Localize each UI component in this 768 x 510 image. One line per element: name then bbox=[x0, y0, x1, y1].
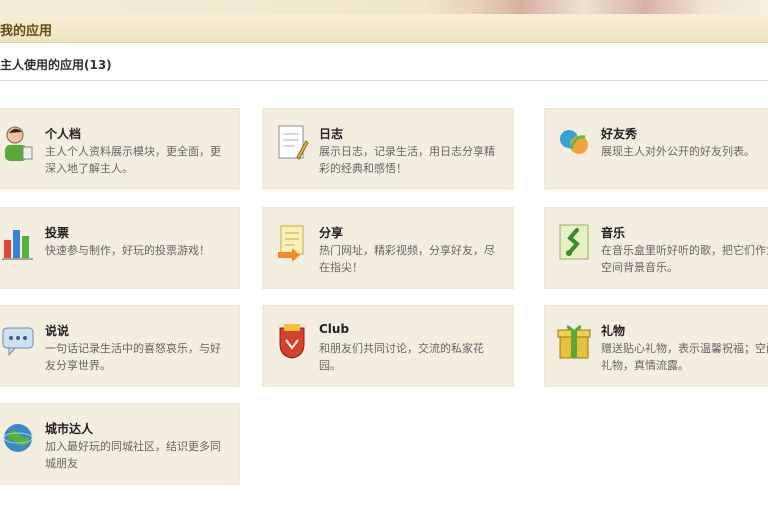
friends-show-icon bbox=[557, 123, 591, 163]
notebook-icon bbox=[275, 123, 309, 163]
divider bbox=[0, 80, 768, 81]
app-title[interactable]: 好友秀 bbox=[601, 125, 637, 142]
app-title[interactable]: 日志 bbox=[319, 125, 343, 142]
app-card-blog[interactable]: 日志 展示日志，记录生活，用日志分享精彩的经典和感悟！ bbox=[262, 108, 514, 190]
app-description: 一句话记录生活中的喜怒哀乐，与好友分享世界。 bbox=[45, 342, 221, 372]
share-notes-icon bbox=[275, 222, 309, 262]
person-icon bbox=[1, 123, 35, 163]
app-card-vote[interactable]: 投票 快速参与制作，好玩的投票游戏！ bbox=[0, 207, 240, 289]
app-card-friends[interactable]: 好友秀 展现主人对外公开的好友列表。 bbox=[544, 108, 768, 190]
app-card-club[interactable]: Club 和朋友们共同讨论，交流的私家花园。 bbox=[262, 305, 514, 387]
app-title[interactable]: 分享 bbox=[319, 224, 343, 241]
app-card-talk[interactable]: 说说 一句话记录生活中的喜怒哀乐，与好友分享世界。 bbox=[0, 305, 240, 387]
app-count-heading: 主人使用的应用(13) bbox=[0, 58, 112, 72]
app-description: 展示日志，记录生活，用日志分享精彩的经典和感悟！ bbox=[319, 145, 495, 175]
app-description: 在音乐盒里听好听的歌，把它们作为空间背景音乐。 bbox=[601, 244, 768, 274]
vote-chart-icon bbox=[1, 222, 35, 262]
app-description: 快速参与制作，好玩的投票游戏！ bbox=[45, 244, 210, 257]
app-title[interactable]: 个人档 bbox=[45, 125, 81, 142]
section-title: 我的应用 bbox=[0, 24, 53, 39]
top-banner bbox=[0, 0, 768, 14]
app-description: 主人个人资料展示模块，更全面，更深入地了解主人。 bbox=[45, 145, 221, 175]
app-title[interactable]: 投票 bbox=[45, 224, 69, 241]
club-logo-icon bbox=[275, 320, 309, 360]
app-description: 赠送贴心礼物，表示温馨祝福；空间礼物，真情流露。 bbox=[601, 342, 768, 372]
gift-box-icon bbox=[557, 320, 591, 360]
speech-bubble-icon bbox=[1, 320, 35, 360]
app-description: 和朋友们共同讨论，交流的私家花园。 bbox=[319, 342, 484, 372]
music-note-icon bbox=[557, 222, 591, 262]
app-title[interactable]: Club bbox=[319, 322, 349, 336]
app-card-share[interactable]: 分享 热门网址，精彩视频，分享好友，尽在指尖！ bbox=[262, 207, 514, 289]
app-card-music[interactable]: 音乐 在音乐盒里听好听的歌，把它们作为空间背景音乐。 bbox=[544, 207, 768, 289]
app-description: 热门网址，精彩视频，分享好友，尽在指尖！ bbox=[319, 244, 495, 274]
app-title[interactable]: 音乐 bbox=[601, 224, 625, 241]
app-description: 加入最好玩的同城社区，结识更多同城朋友 bbox=[45, 440, 221, 470]
app-title[interactable]: 城市达人 bbox=[45, 420, 93, 437]
app-title[interactable]: 礼物 bbox=[601, 322, 625, 339]
app-card-profile[interactable]: 个人档 主人个人资料展示模块，更全面，更深入地了解主人。 bbox=[0, 108, 240, 190]
app-description: 展现主人对外公开的好友列表。 bbox=[601, 145, 755, 158]
app-title[interactable]: 说说 bbox=[45, 322, 69, 339]
city-globe-icon bbox=[1, 418, 35, 458]
section-header: 我的应用 bbox=[0, 14, 768, 43]
app-card-gift[interactable]: 礼物 赠送贴心礼物，表示温馨祝福；空间礼物，真情流露。 bbox=[544, 305, 768, 387]
app-card-city[interactable]: 城市达人 加入最好玩的同城社区，结识更多同城朋友 bbox=[0, 403, 240, 485]
